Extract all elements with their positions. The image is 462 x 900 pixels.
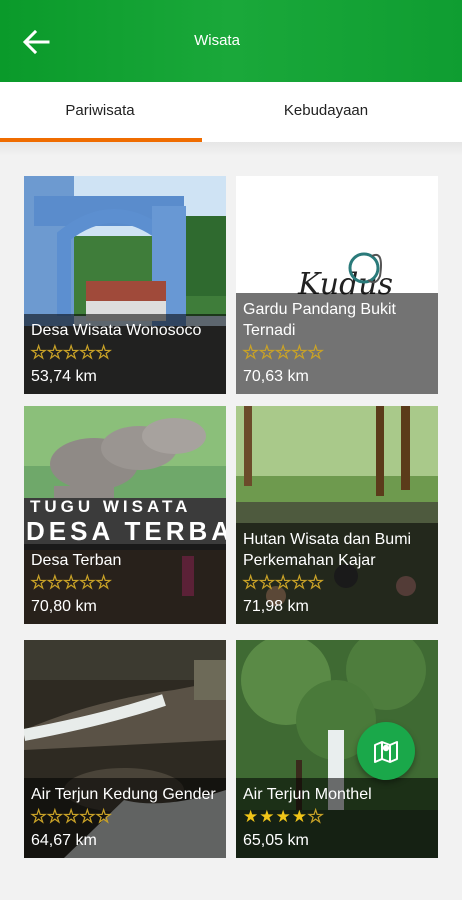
star-icon: ★ bbox=[275, 342, 292, 362]
star-icon: ★ bbox=[291, 572, 308, 592]
star-icon: ★ bbox=[47, 572, 64, 592]
star-icon: ★ bbox=[242, 572, 260, 592]
rating-stars: ★★★★★ bbox=[242, 572, 430, 593]
star-icon: ★ bbox=[30, 572, 48, 592]
rating-stars: ★★★★★ bbox=[242, 342, 430, 363]
place-name: Air Terjun Kedung Gender bbox=[31, 786, 216, 803]
star-icon: ★ bbox=[30, 806, 48, 826]
star-icon: ★ bbox=[242, 342, 260, 362]
place-name: Desa Terban bbox=[31, 552, 122, 569]
star-icon: ★ bbox=[79, 342, 96, 362]
tab-shadow bbox=[0, 142, 462, 156]
place-distance: 70,80 km bbox=[31, 598, 97, 615]
star-icon: ★ bbox=[95, 342, 113, 362]
star-icon: ★ bbox=[291, 342, 308, 362]
place-distance: 65,05 km bbox=[243, 832, 309, 849]
rating-stars: ★★★★★ bbox=[243, 806, 430, 827]
star-icon: ★ bbox=[307, 342, 325, 362]
star-icon: ★ bbox=[307, 806, 325, 826]
star-icon: ★ bbox=[79, 806, 96, 826]
place-distance: 64,67 km bbox=[31, 832, 97, 849]
place-distance: 71,98 km bbox=[243, 598, 309, 615]
star-icon: ★ bbox=[291, 807, 308, 826]
star-icon: ★ bbox=[30, 342, 48, 362]
star-icon: ★ bbox=[275, 807, 292, 826]
place-name: Air Terjun Monthel bbox=[243, 786, 372, 803]
rating-stars: ★★★★★ bbox=[30, 342, 218, 363]
rating-stars: ★★★★★ bbox=[30, 572, 218, 593]
star-icon: ★ bbox=[47, 806, 64, 826]
place-distance: 53,74 km bbox=[31, 368, 97, 385]
place-name: Hutan Wisata dan Bumi Perkemahan Kajar bbox=[243, 531, 412, 569]
star-icon: ★ bbox=[95, 806, 113, 826]
tab-bar: Pariwisata Kebudayaan bbox=[0, 82, 462, 142]
map-pin-icon bbox=[374, 741, 398, 763]
rating-stars: ★★★★★ bbox=[30, 806, 218, 827]
card-info: Air Terjun Monthel ★★★★★ 65,05 km bbox=[236, 778, 438, 858]
place-name: Desa Wisata Wonosoco bbox=[31, 322, 202, 339]
place-name: Gardu Pandang Bukit Ternadi bbox=[243, 301, 396, 339]
tab-pariwisata[interactable]: Pariwisata bbox=[0, 82, 200, 142]
card-info: Hutan Wisata dan Bumi Perkemahan Kajar ★… bbox=[236, 523, 438, 624]
place-card[interactable]: Desa Wisata Wonosoco ★★★★★ 53,74 km bbox=[24, 176, 226, 394]
place-card[interactable]: Air Terjun Kedung Gender ★★★★★ 64,67 km bbox=[24, 640, 226, 858]
place-card[interactable]: TUGU WISATA DESA TERBAN Desa Terban ★★★★… bbox=[24, 406, 226, 624]
svg-text:TUGU WISATA: TUGU WISATA bbox=[30, 497, 191, 516]
star-icon: ★ bbox=[259, 807, 276, 826]
map-button[interactable] bbox=[357, 722, 415, 780]
star-icon: ★ bbox=[79, 572, 96, 592]
card-info: Gardu Pandang Bukit Ternadi ★★★★★ 70,63 … bbox=[236, 293, 438, 394]
svg-text:DESA TERBAN: DESA TERBAN bbox=[26, 516, 226, 546]
app-bar: Wisata bbox=[0, 0, 462, 82]
tab-kebudayaan[interactable]: Kebudayaan bbox=[226, 82, 426, 142]
star-icon: ★ bbox=[63, 572, 80, 592]
star-icon: ★ bbox=[259, 572, 276, 592]
place-distance: 70,63 km bbox=[243, 368, 309, 385]
place-card[interactable]: Hutan Wisata dan Bumi Perkemahan Kajar ★… bbox=[236, 406, 438, 624]
star-icon: ★ bbox=[259, 342, 276, 362]
star-icon: ★ bbox=[63, 806, 80, 826]
card-info: Desa Wisata Wonosoco ★★★★★ 53,74 km bbox=[24, 314, 226, 394]
star-icon: ★ bbox=[307, 572, 325, 592]
page-title: Wisata bbox=[194, 32, 240, 49]
star-icon: ★ bbox=[243, 807, 260, 826]
star-icon: ★ bbox=[95, 572, 113, 592]
star-icon: ★ bbox=[63, 342, 80, 362]
star-icon: ★ bbox=[47, 342, 64, 362]
place-card[interactable]: Kudus Gardu Pandang Bukit Ternadi ★★★★★ … bbox=[236, 176, 438, 394]
card-info: Desa Terban ★★★★★ 70,80 km bbox=[24, 544, 226, 624]
star-icon: ★ bbox=[275, 572, 292, 592]
card-info: Air Terjun Kedung Gender ★★★★★ 64,67 km bbox=[24, 778, 226, 858]
